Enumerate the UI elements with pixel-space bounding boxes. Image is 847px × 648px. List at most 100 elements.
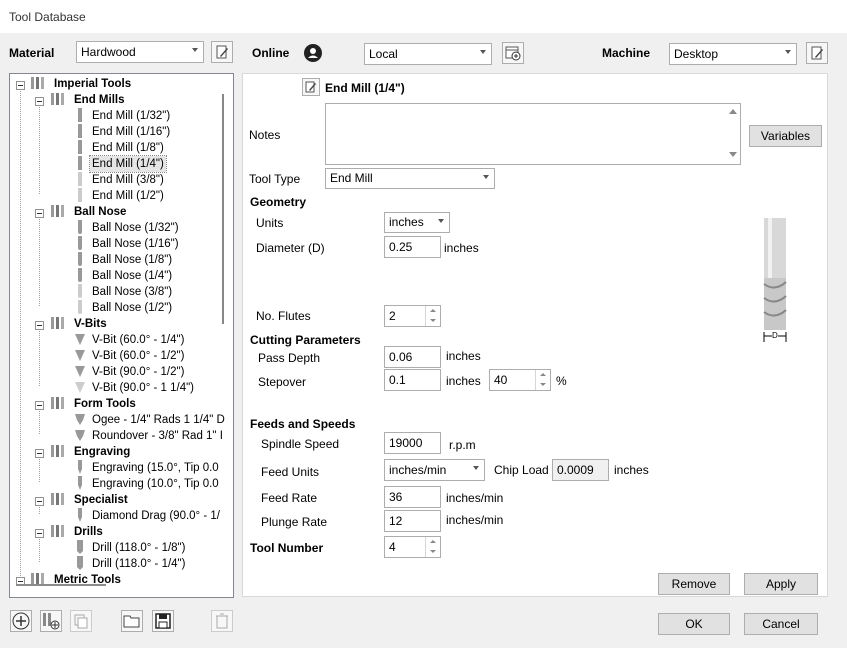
tool-type-label: Tool Type bbox=[249, 172, 301, 186]
tree-item[interactable]: End Mill (1/32") bbox=[92, 108, 170, 124]
tree-item[interactable]: V-Bit (60.0° - 1/4") bbox=[92, 332, 184, 348]
end-mill-icon bbox=[78, 156, 82, 170]
pass-depth-input[interactable]: 0.06 bbox=[384, 346, 441, 368]
ball-nose-icon bbox=[78, 236, 82, 250]
pass-depth-label: Pass Depth bbox=[258, 351, 321, 365]
tree-item[interactable]: Ball Nose (1/16") bbox=[92, 236, 179, 252]
flutes-label: No. Flutes bbox=[256, 309, 311, 323]
spin-buttons[interactable] bbox=[425, 306, 440, 326]
tool-tree[interactable]: Imperial Tools End Mills End Mill (1/32"… bbox=[9, 73, 234, 598]
machine-select[interactable]: Desktop bbox=[669, 43, 797, 65]
collapse-toggle[interactable] bbox=[35, 321, 44, 330]
tree-group-ball-nose[interactable]: Ball Nose bbox=[74, 204, 126, 220]
edit-tool-name-button[interactable] bbox=[302, 78, 320, 96]
open-button[interactable] bbox=[121, 610, 143, 632]
tree-item[interactable]: Ball Nose (1/8") bbox=[92, 252, 172, 268]
chip-load-label: Chip Load bbox=[494, 463, 549, 477]
sync-button[interactable] bbox=[502, 42, 524, 64]
tree-group-v-bits[interactable]: V-Bits bbox=[74, 316, 107, 332]
tree-item[interactable]: V-Bit (90.0° - 1/2") bbox=[92, 364, 184, 380]
spindle-speed-input[interactable]: 19000 bbox=[384, 432, 441, 454]
tree-group-imperial-tools[interactable]: Imperial Tools bbox=[54, 76, 131, 92]
form-tool-icon bbox=[75, 414, 85, 425]
tree-item[interactable]: Diamond Drag (90.0° - 1/ bbox=[92, 508, 220, 524]
tree-item[interactable]: Ball Nose (1/2") bbox=[92, 300, 172, 316]
collapse-toggle[interactable] bbox=[35, 209, 44, 218]
open-folder-icon bbox=[123, 615, 140, 628]
tree-item[interactable]: Roundover - 3/8" Rad 1" I bbox=[92, 428, 223, 444]
tree-item[interactable]: V-Bit (60.0° - 1/2") bbox=[92, 348, 184, 364]
tree-item[interactable]: End Mill (1/8") bbox=[92, 140, 164, 156]
tree-group-specialist[interactable]: Specialist bbox=[74, 492, 128, 508]
spin-buttons[interactable] bbox=[425, 537, 440, 557]
tree-item[interactable]: End Mill (3/8") bbox=[92, 172, 164, 188]
delete-icon bbox=[216, 613, 228, 629]
cutting-parameters-heading: Cutting Parameters bbox=[250, 333, 361, 347]
location-select[interactable]: Local bbox=[364, 43, 492, 65]
scroll-down-icon[interactable] bbox=[729, 152, 737, 157]
edit-machine-button[interactable] bbox=[806, 42, 828, 64]
horizontal-scrollbar[interactable] bbox=[16, 584, 106, 586]
chevron-down-icon bbox=[785, 50, 791, 54]
chevron-down-icon bbox=[473, 466, 479, 470]
tool-number-stepper[interactable]: 4 bbox=[384, 536, 441, 558]
units-select[interactable]: inches bbox=[384, 212, 450, 233]
cancel-button[interactable]: Cancel bbox=[744, 613, 818, 635]
collapse-toggle[interactable] bbox=[35, 449, 44, 458]
stepover-input[interactable]: 0.1 bbox=[384, 369, 441, 391]
collapse-toggle[interactable] bbox=[35, 529, 44, 538]
tree-group-engraving[interactable]: Engraving bbox=[74, 444, 130, 460]
save-button[interactable] bbox=[152, 610, 174, 632]
tree-item[interactable]: Ball Nose (1/4") bbox=[92, 268, 172, 284]
feed-units-select[interactable]: inches/min bbox=[384, 459, 485, 481]
ok-button[interactable]: OK bbox=[658, 613, 730, 635]
copy-button[interactable] bbox=[70, 610, 92, 632]
tree-group-drills[interactable]: Drills bbox=[74, 524, 103, 540]
flutes-stepper[interactable]: 2 bbox=[384, 305, 441, 327]
tree-item[interactable]: Ball Nose (3/8") bbox=[92, 284, 172, 300]
add-tool-button[interactable] bbox=[10, 610, 32, 632]
tree-item[interactable]: End Mill (1/2") bbox=[92, 188, 164, 204]
feed-rate-input[interactable]: 36 bbox=[384, 486, 441, 508]
tree-item[interactable]: End Mill (1/16") bbox=[92, 124, 170, 140]
spindle-speed-label: Spindle Speed bbox=[261, 437, 340, 451]
tree-item[interactable]: Engraving (10.0°, Tip 0.0 bbox=[92, 476, 219, 492]
tree-item[interactable]: Ball Nose (1/32") bbox=[92, 220, 179, 236]
spin-buttons[interactable] bbox=[535, 370, 550, 390]
collapse-toggle[interactable] bbox=[35, 401, 44, 410]
tree-group-end-mills[interactable]: End Mills bbox=[74, 92, 124, 108]
tree-item[interactable]: Drill (118.0° - 1/8") bbox=[92, 540, 185, 556]
tree-item[interactable]: Drill (118.0° - 1/4") bbox=[92, 556, 185, 572]
tool-type-value: End Mill bbox=[330, 171, 373, 185]
notes-textarea[interactable] bbox=[325, 103, 741, 165]
vertical-scrollbar[interactable] bbox=[222, 94, 224, 324]
user-icon[interactable] bbox=[303, 43, 323, 63]
edit-material-button[interactable] bbox=[211, 41, 233, 63]
collapse-toggle[interactable] bbox=[35, 497, 44, 506]
scroll-up-icon[interactable] bbox=[729, 109, 737, 114]
copy-icon bbox=[74, 614, 88, 629]
diamond-drag-icon bbox=[78, 508, 82, 522]
tool-group-icon bbox=[51, 317, 64, 329]
diameter-input[interactable]: 0.25 bbox=[384, 236, 441, 258]
collapse-toggle[interactable] bbox=[35, 97, 44, 106]
tree-group-form-tools[interactable]: Form Tools bbox=[74, 396, 136, 412]
notes-scrollbar[interactable] bbox=[725, 104, 740, 164]
apply-button[interactable]: Apply bbox=[744, 573, 818, 595]
tree-item-selected[interactable]: End Mill (1/4") bbox=[89, 155, 167, 173]
delete-button[interactable] bbox=[211, 610, 233, 632]
plunge-rate-input[interactable]: 12 bbox=[384, 510, 441, 532]
tree-item[interactable]: Engraving (15.0°, Tip 0.0 bbox=[92, 460, 219, 476]
variables-button[interactable]: Variables bbox=[749, 125, 822, 147]
stepover-percent-stepper[interactable]: 40 bbox=[489, 369, 551, 391]
tree-item[interactable]: V-Bit (90.0° - 1 1/4") bbox=[92, 380, 194, 396]
material-select[interactable]: Hardwood bbox=[76, 41, 204, 63]
tool-group-icon bbox=[51, 93, 64, 105]
collapse-toggle[interactable] bbox=[16, 81, 25, 90]
tree-item[interactable]: Ogee - 1/4" Rads 1 1/4" D bbox=[92, 412, 225, 428]
tool-type-select[interactable]: End Mill bbox=[325, 168, 495, 189]
ball-nose-icon bbox=[78, 284, 82, 298]
remove-button[interactable]: Remove bbox=[658, 573, 730, 595]
tree-connector bbox=[39, 456, 40, 482]
add-group-button[interactable] bbox=[40, 610, 62, 632]
